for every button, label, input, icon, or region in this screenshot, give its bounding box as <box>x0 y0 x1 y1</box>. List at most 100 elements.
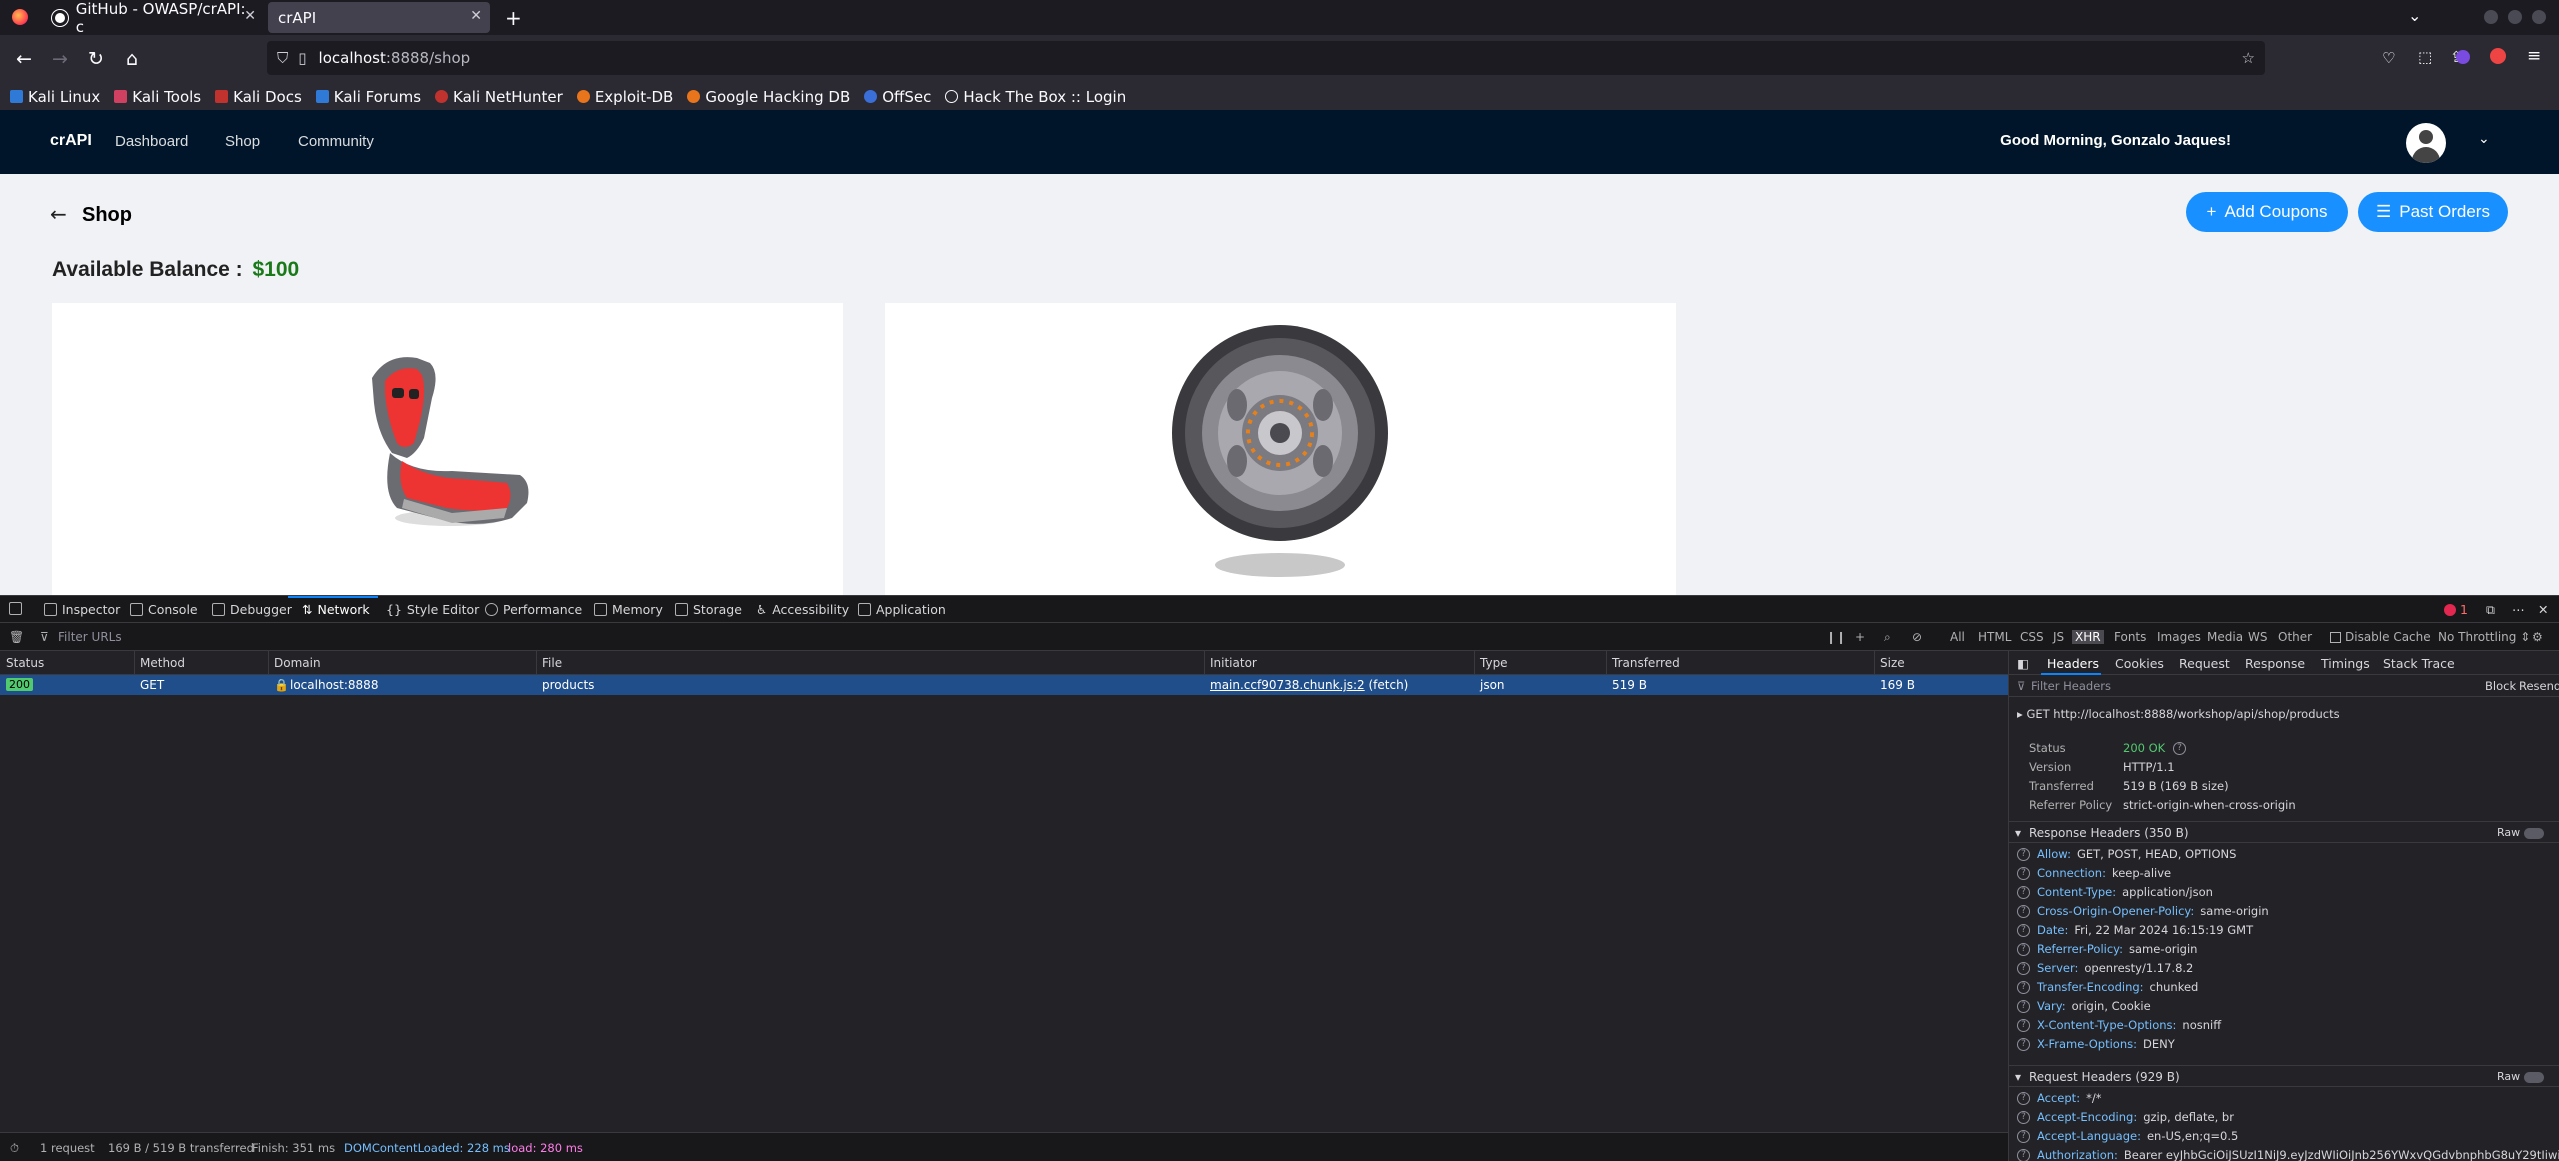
nav-community[interactable]: Community <box>298 133 374 150</box>
trash-icon[interactable]: 🗑 <box>9 630 24 644</box>
response-headers-section[interactable]: ▾ Response Headers (350 B) Raw <box>2009 821 2559 843</box>
filter-all[interactable]: All <box>1950 630 1965 644</box>
extension-red-icon[interactable] <box>2490 48 2506 64</box>
list-tabs-icon[interactable]: ⌄ <box>2408 6 2421 25</box>
help-icon[interactable]: ? <box>2017 1038 2030 1051</box>
help-icon[interactable]: ? <box>2017 1019 2030 1032</box>
header-row[interactable]: Date: Fri, 22 Mar 2024 16:15:19 GMT <box>2037 923 2253 937</box>
bookmark-kali-linux[interactable]: Kali Linux <box>10 88 100 106</box>
filter-fonts[interactable]: Fonts <box>2114 630 2146 644</box>
block-button[interactable]: Block <box>2485 679 2516 693</box>
help-icon[interactable]: ? <box>2017 886 2030 899</box>
bookmark-kali-tools[interactable]: Kali Tools <box>114 88 201 106</box>
tab-headers[interactable]: Headers <box>2047 656 2099 671</box>
tab-request[interactable]: Request <box>2179 656 2230 671</box>
initiator-link[interactable]: main.ccf90738.chunk.js:2 <box>1210 678 1365 692</box>
search-icon[interactable]: ⌕ <box>1884 630 1891 645</box>
help-icon[interactable]: ? <box>2017 1130 2030 1143</box>
chevron-down-icon[interactable]: ⌄ <box>2478 130 2490 147</box>
extensions-icon[interactable]: ⬚ <box>2418 48 2432 66</box>
back-icon[interactable]: ← <box>10 45 38 73</box>
filter-media[interactable]: Media <box>2207 630 2243 644</box>
raw-toggle[interactable]: Raw <box>2497 1070 2544 1083</box>
brand-logo[interactable]: crAPI <box>50 132 92 150</box>
header-row[interactable]: Referrer-Policy: same-origin <box>2037 942 2197 956</box>
tab-response[interactable]: Response <box>2245 656 2305 671</box>
url-bar[interactable]: ⛉ ▯ localhost:8888/shop ☆ <box>267 41 2265 75</box>
page-info-icon[interactable]: ▯ <box>298 49 306 67</box>
tab-debugger[interactable]: Debugger <box>212 602 292 617</box>
header-row[interactable]: Accept-Language: en-US,en;q=0.5 <box>2037 1129 2238 1143</box>
tab-style-editor[interactable]: {} Style Editor <box>386 602 479 617</box>
help-icon[interactable]: ? <box>2017 943 2030 956</box>
pick-element-icon[interactable] <box>9 602 27 615</box>
tab-application[interactable]: Application <box>858 602 946 617</box>
header-row[interactable]: Accept-Encoding: gzip, deflate, br <box>2037 1110 2234 1124</box>
filter-urls-input[interactable]: Filter URLs <box>58 630 122 644</box>
tab-memory[interactable]: Memory <box>594 602 663 617</box>
header-row[interactable]: X-Frame-Options: DENY <box>2037 1037 2175 1051</box>
avatar[interactable] <box>2406 123 2446 163</box>
tab-github[interactable]: GitHub - OWASP/crAPI: c ✕ <box>42 0 264 36</box>
raw-toggle[interactable]: Raw <box>2497 826 2544 839</box>
nav-dashboard[interactable]: Dashboard <box>115 133 188 150</box>
tab-stack-trace[interactable]: Stack Trace <box>2383 656 2455 671</box>
close-devtools-icon[interactable]: ✕ <box>2538 602 2548 617</box>
settings-gear-icon[interactable]: ⚙ <box>2532 630 2543 644</box>
request-summary-line[interactable]: ▸ GET http://localhost:8888/workshop/api… <box>2017 707 2340 721</box>
filter-css[interactable]: CSS <box>2020 630 2044 644</box>
back-arrow-icon[interactable]: ← <box>50 202 67 226</box>
filter-images[interactable]: Images <box>2157 630 2201 644</box>
help-icon[interactable]: ? <box>2017 1000 2030 1013</box>
help-icon[interactable]: ? <box>2017 962 2030 975</box>
home-icon[interactable]: ⌂ <box>118 45 146 73</box>
close-window-icon[interactable] <box>2532 10 2546 24</box>
header-row[interactable]: Allow: GET, POST, HEAD, OPTIONS <box>2037 847 2236 861</box>
header-row[interactable]: Cross-Origin-Opener-Policy: same-origin <box>2037 904 2269 918</box>
filter-headers-input[interactable]: Filter Headers <box>2031 679 2111 693</box>
table-row[interactable]: 200 GET 🔒 localhost:8888 products main.c… <box>0 675 2008 695</box>
help-icon[interactable]: ? <box>2017 924 2030 937</box>
header-row[interactable]: Authorization: Bearer eyJhbGciOiJSUzI1NiJ… <box>2037 1148 2559 1161</box>
block-icon[interactable]: ⊘ <box>1912 630 1922 644</box>
help-icon[interactable]: ? <box>2017 981 2030 994</box>
nav-shop[interactable]: Shop <box>225 133 260 150</box>
bookmark-star-icon[interactable]: ☆ <box>2242 49 2255 67</box>
help-icon[interactable]: ? <box>2017 1092 2030 1105</box>
request-headers-section[interactable]: ▾ Request Headers (929 B) Raw <box>2009 1065 2559 1087</box>
firefox-menu-icon[interactable] <box>12 9 28 25</box>
tab-console[interactable]: Console <box>130 602 198 617</box>
col-transferred[interactable]: Transferred <box>1612 656 1680 670</box>
tab-network[interactable]: ⇅ Network <box>302 602 370 617</box>
help-icon[interactable]: ? <box>2017 848 2030 861</box>
add-coupons-button[interactable]: + Add Coupons <box>2186 192 2348 232</box>
bookmark-google-hacking-db[interactable]: Google Hacking DB <box>687 88 850 106</box>
tab-performance[interactable]: Performance <box>485 602 582 617</box>
header-row[interactable]: Connection: keep-alive <box>2037 866 2171 880</box>
bookmark-hack-the-box[interactable]: Hack The Box :: Login <box>945 88 1126 106</box>
col-type[interactable]: Type <box>1480 656 1508 670</box>
tab-accessibility[interactable]: ♿ Accessibility <box>756 602 849 617</box>
header-row[interactable]: X-Content-Type-Options: nosniff <box>2037 1018 2221 1032</box>
forward-icon[interactable]: → <box>46 45 74 73</box>
maximize-icon[interactable] <box>2508 10 2522 24</box>
close-tab-icon[interactable]: ✕ <box>470 8 482 24</box>
col-size[interactable]: Size <box>1880 656 1905 670</box>
pocket-icon[interactable]: ♡ <box>2382 49 2395 67</box>
resend-button[interactable]: Resend <box>2519 679 2559 693</box>
minimize-icon[interactable] <box>2484 10 2498 24</box>
bookmark-kali-nethunter[interactable]: Kali NetHunter <box>435 88 563 106</box>
filter-xhr[interactable]: XHR <box>2072 630 2104 644</box>
col-initiator[interactable]: Initiator <box>1210 656 1257 670</box>
tab-storage[interactable]: Storage <box>675 602 742 617</box>
close-tab-icon[interactable]: ✕ <box>244 8 256 24</box>
tab-inspector[interactable]: Inspector <box>44 602 120 617</box>
add-request-icon[interactable]: + <box>1855 630 1865 644</box>
bookmark-exploit-db[interactable]: Exploit-DB <box>576 88 673 106</box>
more-options-icon[interactable]: ⋯ <box>2512 602 2525 617</box>
product-card[interactable] <box>885 303 1676 595</box>
filter-js[interactable]: JS <box>2053 630 2064 644</box>
col-method[interactable]: Method <box>140 656 185 670</box>
initiator-cell[interactable]: main.ccf90738.chunk.js:2 (fetch) <box>1210 678 1408 692</box>
help-icon[interactable]: ? <box>2017 1111 2030 1124</box>
